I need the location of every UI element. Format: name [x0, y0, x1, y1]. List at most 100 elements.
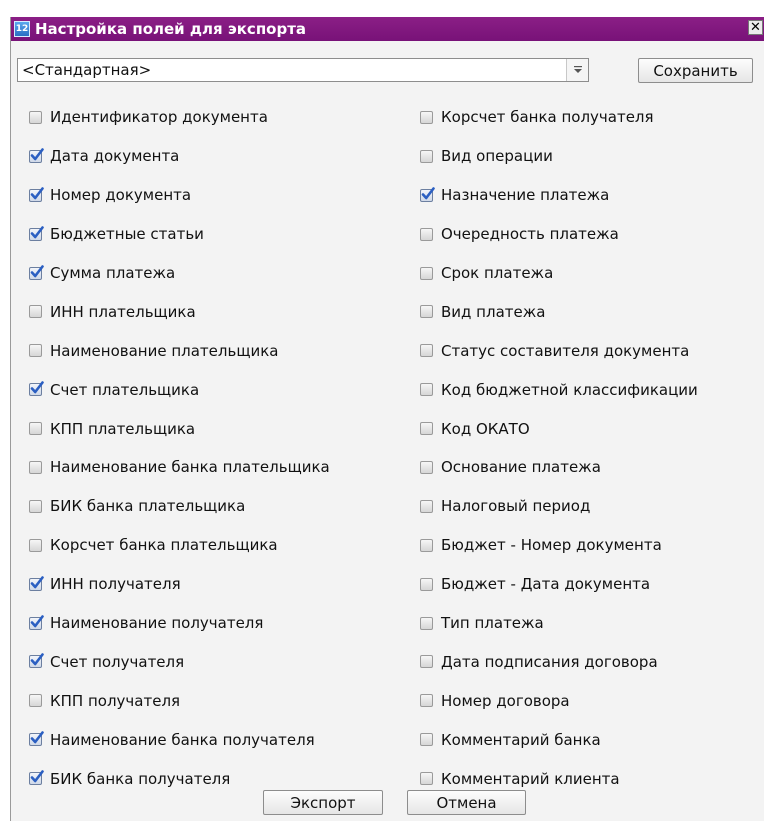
- field-option[interactable]: Номер договора: [420, 681, 698, 720]
- checkmark-icon: [30, 770, 44, 783]
- field-option[interactable]: Счет получателя: [29, 642, 330, 681]
- field-option[interactable]: Корсчет банка плательщика: [29, 526, 330, 565]
- field-option[interactable]: Статус составителя документа: [420, 331, 698, 370]
- checkbox-unchecked[interactable]: [420, 577, 433, 591]
- checkbox-unchecked[interactable]: [420, 227, 433, 241]
- dropdown-arrow-icon[interactable]: [566, 59, 588, 81]
- checkbox-checked[interactable]: [420, 186, 435, 202]
- field-option[interactable]: КПП плательщика: [29, 409, 330, 448]
- field-option[interactable]: Назначение платежа: [420, 176, 698, 215]
- field-option[interactable]: Комментарий банка: [420, 720, 698, 759]
- checkbox-unchecked[interactable]: [29, 422, 42, 436]
- field-option[interactable]: Очередность платежа: [420, 215, 698, 254]
- field-option[interactable]: Наименование плательщика: [29, 331, 330, 370]
- field-label: Вид операции: [441, 147, 553, 166]
- checkbox-checked[interactable]: [29, 653, 44, 669]
- close-icon[interactable]: ✕: [748, 20, 763, 35]
- checkbox-unchecked[interactable]: [420, 305, 433, 319]
- checkbox-unchecked[interactable]: [29, 344, 42, 358]
- dialog-title: Настройка полей для экспорта: [35, 20, 307, 38]
- export-button[interactable]: Экспорт: [263, 790, 383, 815]
- checkmark-icon: [30, 575, 44, 588]
- field-label: Дата подписания договора: [441, 652, 658, 671]
- field-option[interactable]: Бюджет - Номер документа: [420, 526, 698, 565]
- checkbox-unchecked[interactable]: [420, 499, 433, 513]
- field-option[interactable]: ИНН плательщика: [29, 292, 330, 331]
- field-label: Номер договора: [441, 691, 570, 710]
- checkbox-unchecked[interactable]: [420, 460, 433, 474]
- field-option[interactable]: Тип платежа: [420, 604, 698, 643]
- checkmark-icon: [30, 653, 44, 666]
- checkbox-unchecked[interactable]: [29, 460, 42, 474]
- field-option[interactable]: Наименование банка получателя: [29, 720, 330, 759]
- field-option[interactable]: Вид операции: [420, 137, 698, 176]
- checkmark-icon: [421, 186, 435, 200]
- field-option[interactable]: Бюджетные статьи: [29, 215, 330, 254]
- checkbox-unchecked[interactable]: [420, 149, 433, 163]
- checkbox-checked[interactable]: [29, 381, 44, 397]
- checkbox-unchecked[interactable]: [29, 305, 42, 319]
- field-label: Дата документа: [50, 147, 180, 166]
- field-label: Наименование получателя: [50, 614, 264, 633]
- checkbox-checked[interactable]: [29, 225, 44, 241]
- field-option[interactable]: Код ОКАТО: [420, 409, 698, 448]
- field-label: Очередность платежа: [441, 225, 619, 244]
- checkbox-checked[interactable]: [29, 575, 44, 591]
- field-option[interactable]: БИК банка плательщика: [29, 487, 330, 526]
- template-select[interactable]: <Стандартная>: [17, 58, 589, 82]
- field-label: Счет плательщика: [50, 380, 200, 399]
- field-option[interactable]: Сумма платежа: [29, 254, 330, 293]
- checkbox-checked[interactable]: [29, 770, 44, 786]
- field-option[interactable]: Идентификатор документа: [29, 98, 330, 137]
- cancel-button[interactable]: Отмена: [407, 790, 526, 815]
- field-label: БИК банка получателя: [50, 769, 231, 788]
- fields-column-right: Корсчет банка получателя Вид операции Назн…: [420, 98, 698, 798]
- field-option[interactable]: Налоговый период: [420, 487, 698, 526]
- field-label: Статус составителя документа: [441, 341, 690, 360]
- checkbox-checked[interactable]: [29, 186, 44, 202]
- field-option[interactable]: Номер документа: [29, 176, 330, 215]
- field-option[interactable]: Код бюджетной классификации: [420, 370, 698, 409]
- field-label: Идентификатор документа: [50, 108, 268, 127]
- checkbox-unchecked[interactable]: [420, 655, 433, 669]
- field-option[interactable]: Наименование банка плательщика: [29, 448, 330, 487]
- checkbox-checked[interactable]: [29, 264, 44, 280]
- checkbox-unchecked[interactable]: [420, 772, 433, 786]
- checkbox-checked[interactable]: [29, 731, 44, 747]
- field-option[interactable]: Срок платежа: [420, 254, 698, 293]
- checkmark-icon: [30, 381, 44, 394]
- checkbox-unchecked[interactable]: [420, 694, 433, 708]
- field-option[interactable]: Основание платежа: [420, 448, 698, 487]
- field-label: Комментарий клиента: [441, 769, 620, 788]
- field-option[interactable]: Наименование получателя: [29, 604, 330, 643]
- checkbox-unchecked[interactable]: [29, 538, 42, 552]
- save-button[interactable]: Сохранить: [638, 58, 753, 83]
- checkmark-icon: [30, 148, 44, 161]
- field-option[interactable]: Корсчет банка получателя: [420, 98, 698, 137]
- checkbox-unchecked[interactable]: [420, 616, 433, 630]
- field-option[interactable]: Бюджет - Дата документа: [420, 565, 698, 604]
- checkbox-unchecked[interactable]: [420, 422, 433, 436]
- field-option[interactable]: Дата документа: [29, 137, 330, 176]
- field-option[interactable]: Вид платежа: [420, 292, 698, 331]
- field-option[interactable]: КПП получателя: [29, 681, 330, 720]
- field-label: Код ОКАТО: [441, 419, 530, 438]
- checkbox-unchecked[interactable]: [420, 538, 433, 552]
- checkbox-checked[interactable]: [29, 614, 44, 630]
- checkbox-unchecked[interactable]: [420, 383, 433, 397]
- field-label: Назначение платежа: [441, 186, 610, 205]
- checkbox-unchecked[interactable]: [29, 499, 42, 513]
- field-label: Основание платежа: [441, 458, 601, 477]
- checkbox-unchecked[interactable]: [29, 694, 42, 708]
- checkbox-unchecked[interactable]: [420, 344, 433, 358]
- field-label: ИНН плательщика: [50, 302, 196, 321]
- field-option[interactable]: ИНН получателя: [29, 565, 330, 604]
- checkbox-unchecked[interactable]: [420, 110, 433, 124]
- field-option[interactable]: Дата подписания договора: [420, 642, 698, 681]
- checkbox-checked[interactable]: [29, 148, 44, 163]
- checkbox-unchecked[interactable]: [29, 110, 42, 124]
- field-option[interactable]: Счет плательщика: [29, 370, 330, 409]
- checkbox-unchecked[interactable]: [420, 266, 433, 280]
- checkbox-unchecked[interactable]: [420, 733, 433, 747]
- field-label: Комментарий банка: [441, 730, 601, 749]
